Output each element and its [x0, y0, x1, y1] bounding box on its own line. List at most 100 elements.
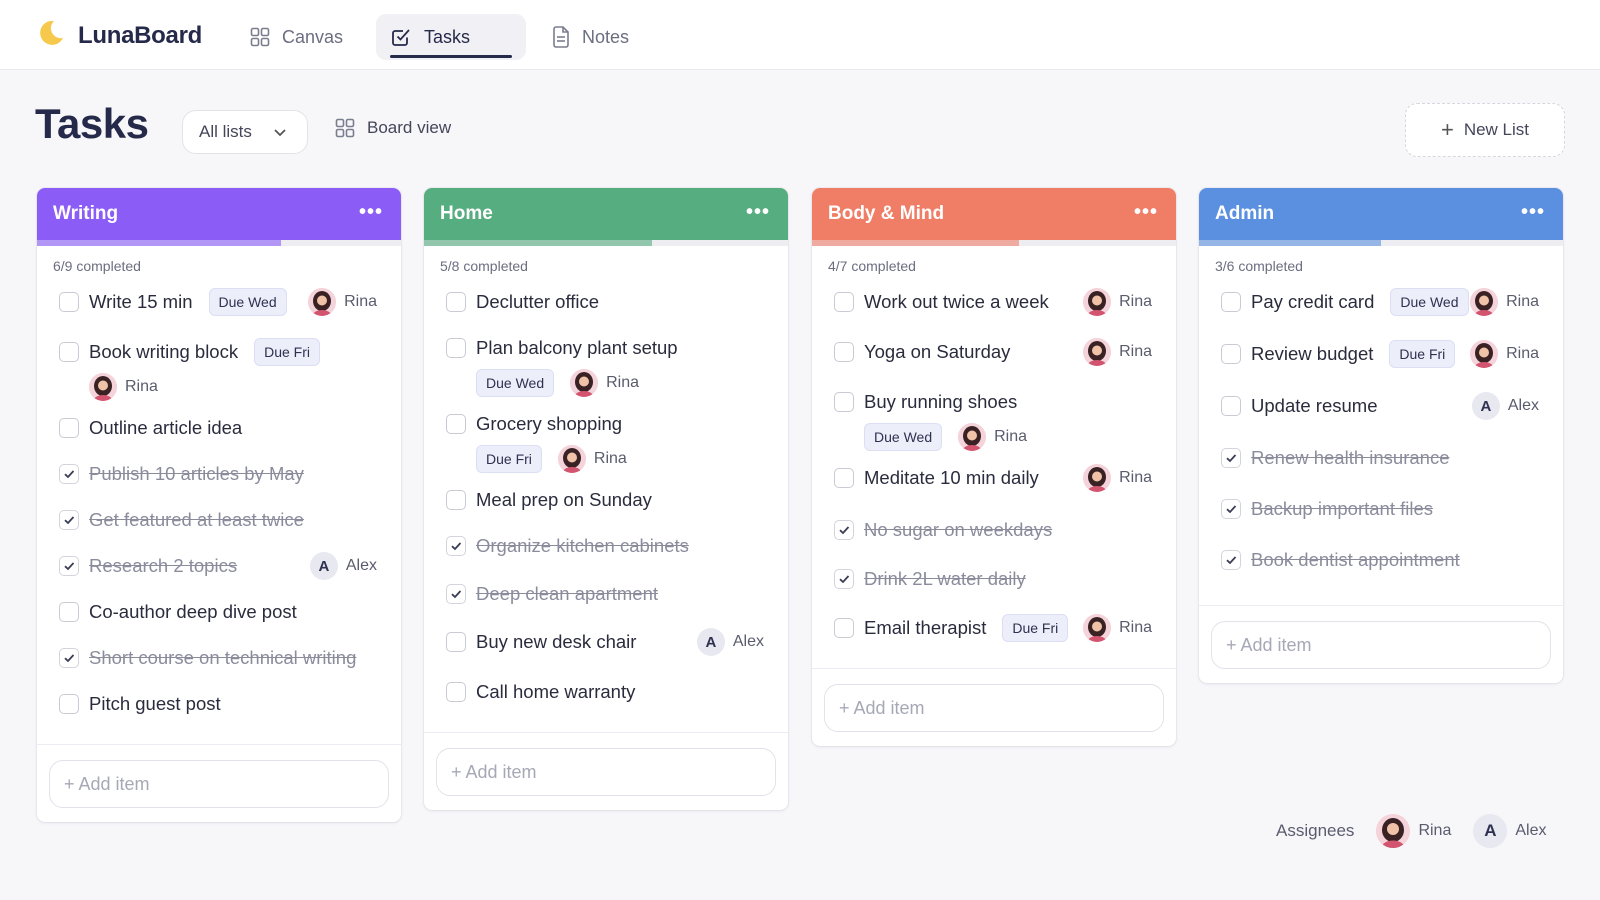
assignee[interactable]: Rina: [557, 445, 627, 473]
task-checkbox[interactable]: [59, 418, 79, 438]
assignee[interactable]: Rina: [89, 373, 158, 401]
assignee[interactable]: A Alex: [696, 628, 764, 656]
task-item[interactable]: Deep clean apartment: [424, 574, 788, 622]
task-item[interactable]: Yoga on Saturday Rina: [812, 332, 1176, 382]
more-options-icon[interactable]: •••: [359, 202, 383, 222]
task-checkbox[interactable]: [446, 292, 466, 312]
task-item[interactable]: Meal prep on Sunday: [424, 480, 788, 526]
assignee[interactable]: Rina: [1470, 340, 1539, 368]
task-item[interactable]: Renew health insurance: [1199, 438, 1563, 489]
task-main-row: Meditate 10 min daily Rina: [864, 458, 1160, 498]
more-options-icon[interactable]: •••: [1134, 202, 1158, 222]
task-checkbox[interactable]: [446, 490, 466, 510]
assignee-name: Alex: [1507, 397, 1539, 414]
tab-notes[interactable]: Notes: [538, 14, 643, 60]
board-view-toggle[interactable]: Board view: [335, 118, 451, 138]
task-checkbox[interactable]: [446, 584, 466, 604]
task-item[interactable]: Buy running shoes Due Wed Rina: [812, 382, 1176, 458]
assignee[interactable]: Rina: [308, 288, 377, 316]
task-item[interactable]: Book writing block Due Fri Rina: [37, 332, 401, 408]
task-checkbox[interactable]: [834, 342, 854, 362]
assignee[interactable]: Rina: [1083, 288, 1152, 316]
task-item[interactable]: Book dentist appointment: [1199, 540, 1563, 591]
task-title: Yoga on Saturday: [864, 341, 1011, 362]
task-item[interactable]: Pitch guest post: [37, 684, 401, 730]
assignee-alex[interactable]: A Alex: [1473, 814, 1546, 848]
task-checkbox[interactable]: [446, 338, 466, 358]
task-main-row: Get featured at least twice: [89, 500, 385, 540]
progress-fill: [1199, 240, 1381, 246]
task-checkbox[interactable]: [59, 510, 79, 530]
task-item[interactable]: Research 2 topics A Alex: [37, 546, 401, 592]
task-item[interactable]: Update resume A Alex: [1199, 386, 1563, 438]
add-item-input[interactable]: + Add item: [436, 748, 776, 796]
task-checkbox[interactable]: [834, 392, 854, 412]
task-checkbox[interactable]: [834, 569, 854, 589]
task-item[interactable]: Organize kitchen cabinets: [424, 526, 788, 574]
add-item-input[interactable]: + Add item: [1211, 621, 1551, 669]
task-item[interactable]: Outline article idea: [37, 408, 401, 454]
task-checkbox[interactable]: [834, 292, 854, 312]
task-checkbox[interactable]: [59, 292, 79, 312]
tab-canvas[interactable]: Canvas: [236, 14, 357, 60]
assignee[interactable]: Rina: [1083, 338, 1152, 366]
task-checkbox[interactable]: [59, 602, 79, 622]
task-item[interactable]: Call home warranty: [424, 672, 788, 718]
task-checkbox[interactable]: [1221, 499, 1241, 519]
task-checkbox[interactable]: [59, 464, 79, 484]
task-item[interactable]: Pay credit card Due Wed Rina: [1199, 282, 1563, 334]
task-item[interactable]: No sugar on weekdays: [812, 510, 1176, 559]
task-item[interactable]: Email therapist Due Fri Rina: [812, 608, 1176, 654]
task-item[interactable]: Buy new desk chair A Alex: [424, 622, 788, 672]
task-checkbox[interactable]: [59, 342, 79, 362]
task-checkbox[interactable]: [1221, 550, 1241, 570]
due-badge: Due Wed: [208, 288, 287, 316]
task-checkbox[interactable]: [834, 520, 854, 540]
task-item[interactable]: Review budget Due Fri Rina: [1199, 334, 1563, 386]
brand[interactable]: LunaBoard: [36, 18, 202, 53]
add-item-input[interactable]: + Add item: [824, 684, 1164, 732]
assignee[interactable]: Rina: [1083, 614, 1152, 642]
task-item[interactable]: Backup important files: [1199, 489, 1563, 540]
assignee[interactable]: A Alex: [309, 552, 377, 580]
more-options-icon[interactable]: •••: [746, 202, 770, 222]
task-item[interactable]: Short course on technical writing: [37, 638, 401, 684]
assignee[interactable]: Rina: [1470, 288, 1539, 316]
assignee[interactable]: Rina: [1083, 464, 1152, 492]
task-item[interactable]: Plan balcony plant setup Due Wed Rina: [424, 328, 788, 404]
task-checkbox[interactable]: [59, 648, 79, 668]
tab-tasks[interactable]: Tasks: [376, 14, 526, 60]
task-checkbox[interactable]: [834, 468, 854, 488]
completed-count: 5/8 completed: [440, 258, 528, 274]
task-checkbox[interactable]: [59, 694, 79, 714]
assignee[interactable]: A Alex: [1471, 392, 1539, 420]
task-checkbox[interactable]: [1221, 292, 1241, 312]
task-item[interactable]: Grocery shopping Due Fri Rina: [424, 404, 788, 480]
task-checkbox[interactable]: [1221, 344, 1241, 364]
task-checkbox[interactable]: [446, 536, 466, 556]
task-checkbox[interactable]: [446, 632, 466, 652]
task-item[interactable]: Meditate 10 min daily Rina: [812, 458, 1176, 510]
list-filter-dropdown[interactable]: All lists: [182, 110, 308, 154]
add-item-input[interactable]: + Add item: [49, 760, 389, 808]
list-admin: Admin ••• 3/6 completed Pay credit card Due …: [1199, 188, 1563, 683]
more-options-icon[interactable]: •••: [1521, 202, 1545, 222]
assignee[interactable]: Rina: [958, 423, 1027, 451]
task-item[interactable]: Drink 2L water daily: [812, 559, 1176, 608]
task-checkbox[interactable]: [1221, 448, 1241, 468]
task-item[interactable]: Declutter office: [424, 282, 788, 328]
task-item[interactable]: Publish 10 articles by May: [37, 454, 401, 500]
task-checkbox[interactable]: [834, 618, 854, 638]
task-item[interactable]: Write 15 min Due Wed Rina: [37, 282, 401, 332]
new-list-button[interactable]: + New List: [1405, 103, 1565, 157]
assignee[interactable]: Rina: [570, 369, 639, 397]
assignee-rina[interactable]: Rina: [1376, 814, 1451, 848]
task-item[interactable]: Work out twice a week Rina: [812, 282, 1176, 332]
task-main-row: No sugar on weekdays: [864, 510, 1160, 550]
task-checkbox[interactable]: [1221, 396, 1241, 416]
task-item[interactable]: Get featured at least twice: [37, 500, 401, 546]
task-checkbox[interactable]: [59, 556, 79, 576]
task-checkbox[interactable]: [446, 682, 466, 702]
task-checkbox[interactable]: [446, 414, 466, 434]
task-item[interactable]: Co-author deep dive post: [37, 592, 401, 638]
